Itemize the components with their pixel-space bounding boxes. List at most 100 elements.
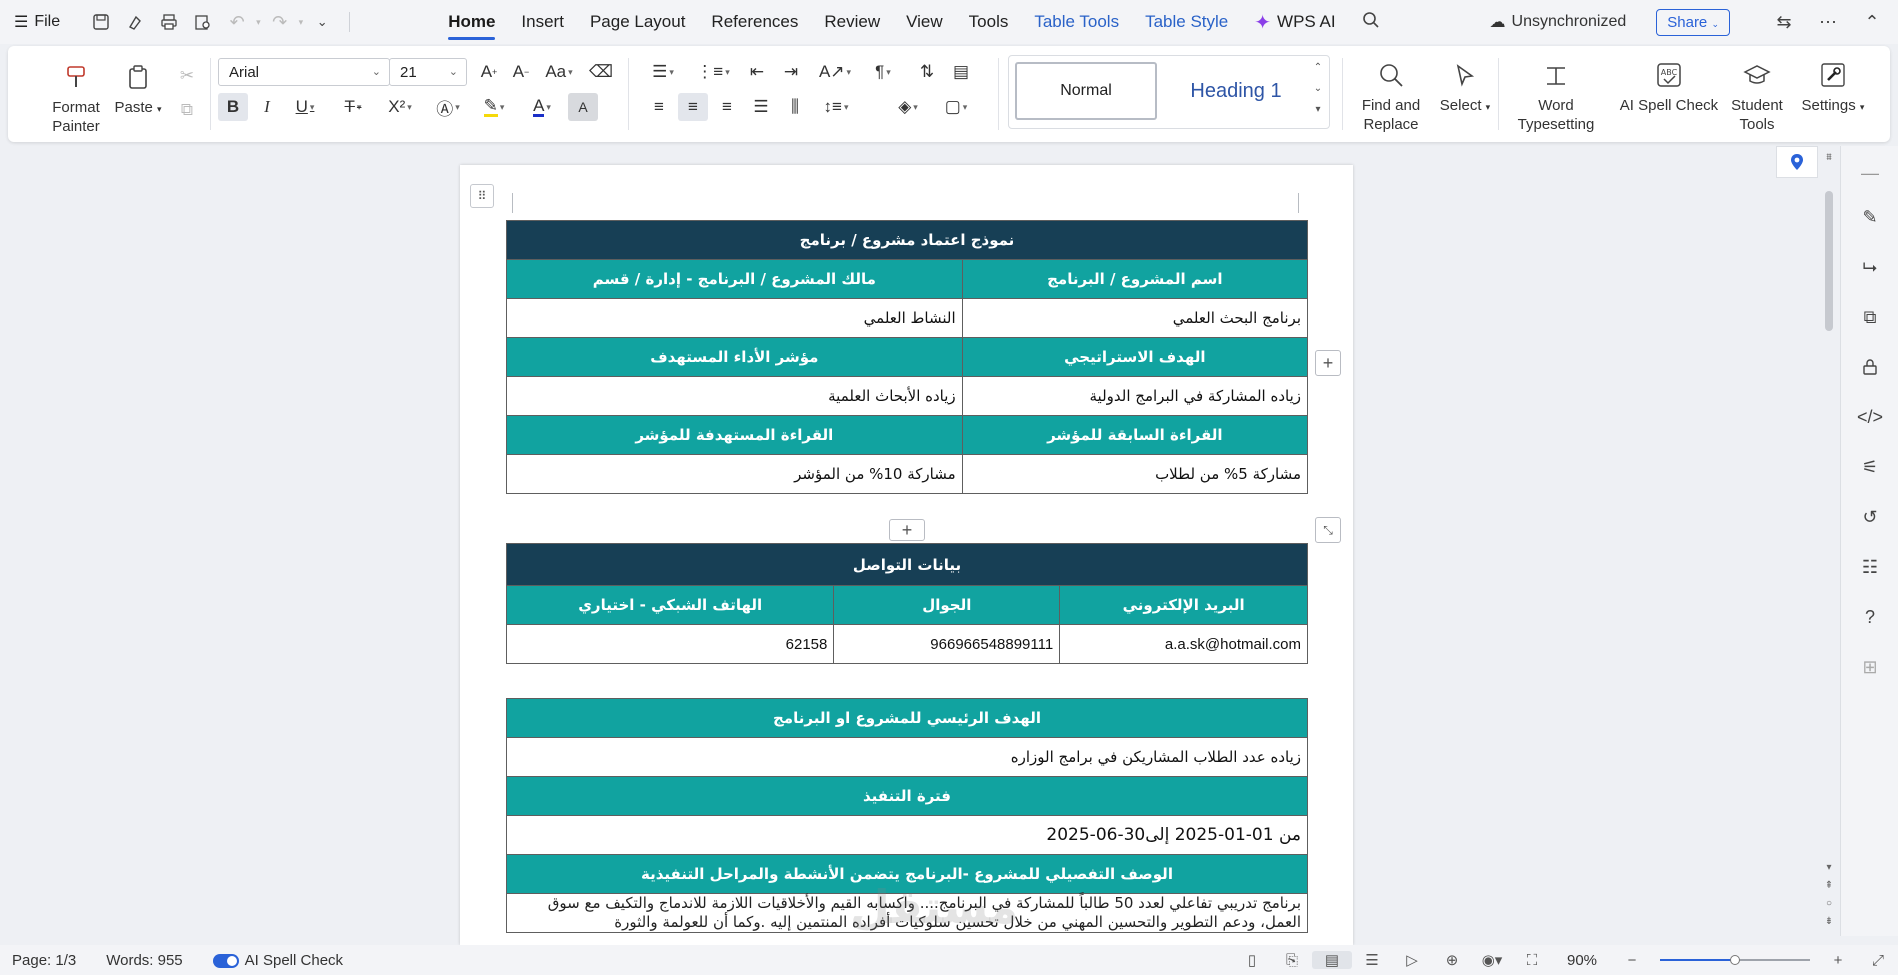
copy-icon[interactable]: ⧉	[172, 96, 202, 124]
superscript-button[interactable]: X² ▾	[380, 93, 420, 121]
chevron-up-icon[interactable]: ⌃	[1314, 62, 1322, 73]
line-spacing-button[interactable]: ↕≡ ▾	[816, 93, 856, 121]
cell-phone[interactable]: 62158	[505, 624, 835, 664]
header-mobile[interactable]: الجوال	[833, 585, 1061, 625]
zoom-in-icon[interactable]: +	[1818, 952, 1858, 969]
cell-strategic-goal[interactable]: زياده المشاركة في البرامج الدولية	[961, 376, 1309, 416]
file-menu[interactable]: ☰ File	[14, 12, 60, 32]
header-previous-reading[interactable]: القراءة السابقة للمؤشر	[961, 415, 1309, 455]
table-resize-handle[interactable]: ⤡	[1315, 517, 1341, 543]
align-left-icon[interactable]: ≡	[644, 93, 674, 121]
header-strategic-goal[interactable]: الهدف الاستراتيجي	[961, 337, 1309, 377]
align-right-icon[interactable]: ≡	[712, 93, 742, 121]
undo-dropdown-icon[interactable]: ▾	[256, 17, 261, 28]
cell-owner[interactable]: النشاط العلمي	[506, 298, 963, 338]
italic-button[interactable]: I	[252, 93, 282, 121]
redo-icon[interactable]: ↷	[265, 7, 295, 37]
style-heading-1[interactable]: Heading 1	[1165, 62, 1307, 120]
justify-icon[interactable]: ☰	[746, 93, 776, 121]
print-icon[interactable]	[154, 7, 184, 37]
text-direction-button[interactable]: A↗ ▾	[816, 58, 854, 86]
page-view-icon[interactable]: ▤	[1312, 951, 1352, 969]
header-main-goal[interactable]: الهدف الرئيسي للمشروع او البرنامج	[506, 698, 1308, 738]
window-switch-icon[interactable]: ⇆	[1766, 12, 1802, 33]
header-period[interactable]: فترة التنفيذ	[506, 776, 1308, 816]
line-spacing-table-icon[interactable]: ▤	[946, 58, 976, 86]
export-pdf-icon[interactable]	[120, 7, 150, 37]
select-button[interactable]: Select ▾	[1430, 58, 1500, 117]
print-preview-icon[interactable]	[188, 7, 218, 37]
split-handle-icon[interactable]: ⩩	[1822, 152, 1836, 163]
contact-title[interactable]: بيانات التواصل	[506, 543, 1308, 586]
expand-styles-icon[interactable]: ▾	[1315, 104, 1320, 115]
select-cursor-icon[interactable]: ⮡	[1855, 252, 1885, 282]
outline-view-icon[interactable]: ☰	[1352, 951, 1392, 969]
outline-list-icon[interactable]: ☷	[1855, 552, 1885, 582]
copy-panel-icon[interactable]: ⧉	[1855, 302, 1885, 332]
find-replace-button[interactable]: Find and Replace	[1348, 58, 1434, 134]
cell-period[interactable]: من 01-01-2025 إلى30-06-2025	[506, 815, 1308, 855]
pen-icon[interactable]: ✎	[1855, 202, 1885, 232]
share-button[interactable]: Share ⌄	[1656, 8, 1730, 36]
change-case-icon[interactable]: Aa ▾	[540, 58, 578, 86]
tab-tools[interactable]: Tools	[969, 2, 1009, 42]
cell-target-reading[interactable]: مشاركة 10% من المؤشر	[506, 454, 963, 494]
borders-button[interactable]: ▢ ▾	[936, 93, 976, 121]
read-mode-icon[interactable]: ⎘	[1272, 952, 1312, 969]
customize-toolbar-icon[interactable]: ⌄	[307, 7, 337, 37]
font-name-select[interactable]: Arial ⌄	[218, 58, 390, 86]
zoom-slider[interactable]	[1660, 950, 1810, 970]
scrollbar-thumb[interactable]	[1825, 191, 1833, 331]
fullscreen-icon[interactable]: ⤢	[1858, 952, 1898, 969]
shrink-font-icon[interactable]: A −	[506, 58, 536, 86]
form-title[interactable]: نموذج اعتماد مشروع / برنامج	[506, 220, 1308, 260]
tab-table-style[interactable]: Table Style	[1145, 2, 1228, 42]
zoom-out-icon[interactable]: −	[1612, 952, 1652, 969]
bullets-button[interactable]: ☰ ▾	[644, 58, 682, 86]
header-owner[interactable]: مالك المشروع / البرنامج - إدارة / قسم	[506, 259, 963, 299]
next-page-icon[interactable]: ⇟	[1822, 916, 1836, 927]
highlight-button[interactable]: ✎ ▾	[474, 93, 514, 121]
format-painter-button[interactable]: Format Painter	[46, 60, 106, 136]
previous-page-icon[interactable]: ⇞	[1822, 880, 1836, 891]
header-phone[interactable]: الهاتف الشبكي - اختياري	[505, 585, 835, 625]
grow-font-icon[interactable]: A +	[474, 58, 504, 86]
strikethrough-button[interactable]: T ▾	[334, 93, 372, 121]
word-count[interactable]: Words: 955	[106, 952, 182, 969]
cell-email[interactable]: a.a.sk@hotmail.com	[1059, 624, 1308, 664]
web-layout-icon[interactable]: ⊕	[1432, 951, 1472, 969]
clear-format-icon[interactable]: ⌫	[586, 58, 616, 86]
zoom-level[interactable]: 90%	[1552, 952, 1612, 969]
table-move-handle[interactable]: ⠿	[470, 184, 494, 208]
lock-icon[interactable]	[1855, 352, 1885, 382]
font-size-select[interactable]: 21 ⌄	[389, 58, 467, 86]
header-kpi[interactable]: مؤشر الأداء المستهدف	[506, 337, 963, 377]
header-email[interactable]: البريد الإلكتروني	[1059, 585, 1308, 625]
focus-mode-icon[interactable]: ▯	[1232, 951, 1272, 969]
student-tools-button[interactable]: Student Tools	[1720, 58, 1794, 134]
collapse-ribbon-icon[interactable]: ⌃	[1854, 12, 1890, 33]
spell-check-toggle[interactable]: AI Spell Check	[212, 952, 343, 969]
style-normal[interactable]: Normal	[1015, 62, 1157, 120]
show-marks-button[interactable]: ¶ ▾	[864, 58, 902, 86]
paste-button[interactable]: Paste ▾	[112, 60, 164, 119]
char-shading-button[interactable]: A	[568, 93, 598, 121]
header-target-reading[interactable]: القراءة المستهدفة للمؤشر	[506, 415, 963, 455]
cell-mobile[interactable]: 966966548899111	[833, 624, 1061, 664]
shading-button[interactable]: ◈ ▾	[888, 93, 928, 121]
word-typesetting-button[interactable]: Word Typesetting	[1508, 58, 1604, 134]
vertical-scrollbar[interactable]: ⩩ ▾ ⇞ ○ ⇟	[1822, 146, 1836, 936]
font-color-button[interactable]: A ▾	[522, 93, 562, 121]
code-icon[interactable]: </>	[1855, 402, 1885, 432]
tab-table-tools[interactable]: Table Tools	[1034, 2, 1119, 42]
chevron-down-icon[interactable]: ⌄	[1314, 83, 1322, 94]
cell-main-goal[interactable]: زياده عدد الطلاب المشاريكن في برامج الوز…	[506, 737, 1308, 777]
sort-icon[interactable]: ⇅	[912, 58, 942, 86]
apps-grid-icon[interactable]: ⊞	[1855, 652, 1885, 682]
sync-status[interactable]: ☁ Unsynchronized	[1490, 12, 1627, 32]
slider-knob[interactable]	[1730, 955, 1740, 965]
tab-insert[interactable]: Insert	[521, 2, 564, 42]
search-icon[interactable]	[1362, 1, 1380, 44]
redo-dropdown-icon[interactable]: ▾	[299, 17, 304, 28]
distribute-icon[interactable]: ⫼	[780, 93, 810, 121]
